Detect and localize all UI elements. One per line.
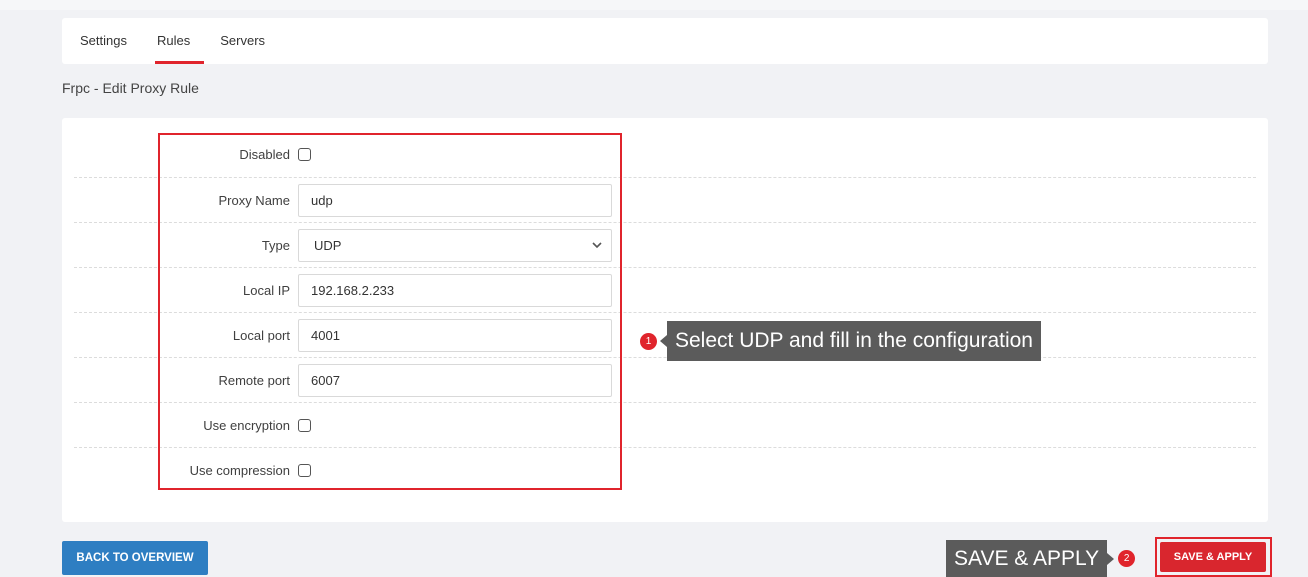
callout-2-badge: 2 [1118, 550, 1136, 567]
callout-1-pointer [660, 335, 667, 347]
form-highlight-box [158, 133, 622, 490]
callout-2-text: SAVE & APPLY [946, 540, 1108, 577]
callout-2-pointer [1107, 552, 1115, 565]
tab-servers[interactable]: Servers [220, 18, 265, 64]
top-strip [0, 0, 1308, 10]
callout-1-badge: 1 [640, 332, 657, 350]
tab-bar: Settings Rules Servers [62, 18, 1268, 64]
callout-1: 1 Select UDP and fill in the configurati… [640, 321, 1041, 361]
save-and-apply-button[interactable]: SAVE & APPLY [1160, 542, 1266, 572]
tab-settings[interactable]: Settings [80, 18, 127, 64]
back-to-overview-button[interactable]: BACK TO OVERVIEW [62, 541, 208, 575]
callout-2: SAVE & APPLY 2 [946, 540, 1136, 577]
page-title: Frpc - Edit Proxy Rule [62, 80, 199, 96]
callout-1-text: Select UDP and fill in the configuration [667, 321, 1041, 361]
tab-rules[interactable]: Rules [154, 18, 205, 64]
